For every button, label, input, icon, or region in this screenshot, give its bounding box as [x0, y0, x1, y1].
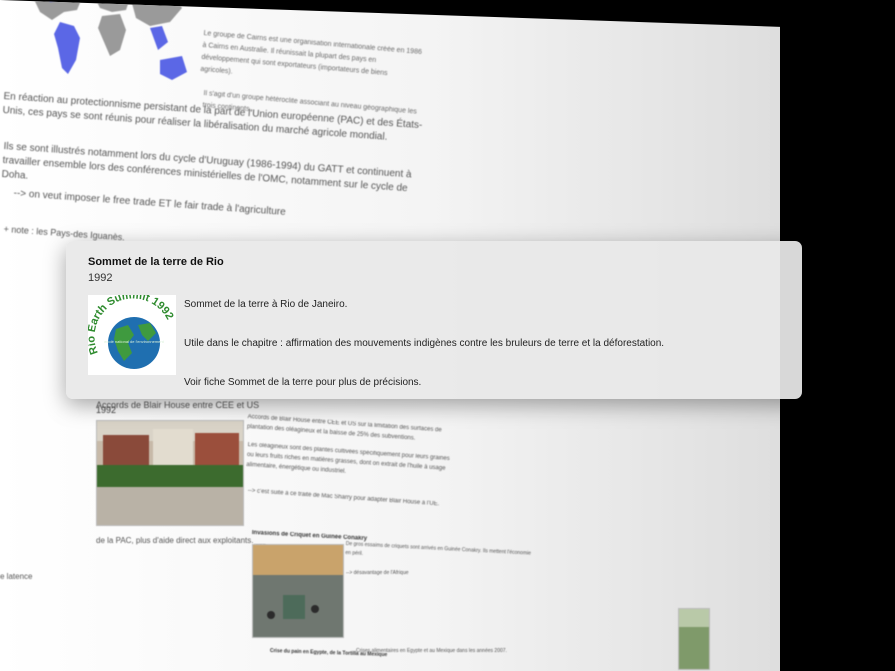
world-map — [32, 0, 187, 80]
svg-text:ecolé national de l'environnem: ecolé national de l'environnement — [104, 339, 164, 344]
blair-text-2: Les oléagineux sont des plantes cultivée… — [246, 441, 450, 475]
blair-house-photo — [96, 420, 244, 526]
criquet-photo — [252, 544, 344, 638]
popup-relevance: Utile dans le chapitre : affirmation des… — [184, 338, 665, 349]
popup-see-also[interactable]: Voir fiche Sommet de la terre pour plus … — [184, 377, 421, 388]
popup-year: 1992 — [88, 272, 113, 284]
pac-line: de la PAC, plus d'aide direct aux exploi… — [96, 536, 254, 545]
event-popup-card[interactable]: Sommet de la terre de Rio 1992 Rio Earth… — [66, 241, 802, 399]
cairns-paragraph-1: Le groupe de Cairns est une organisation… — [200, 29, 423, 78]
rio-earth-summit-logo: Rio Earth Summit 1992 ecolé national de … — [88, 295, 176, 375]
blair-title: Accords de Blair House entre CEE et US — [96, 400, 260, 410]
egypt-text: Crises alimentaires en Egypte et au Mexi… — [356, 648, 507, 654]
right-edge-thumbnail — [678, 608, 710, 670]
note-line: + note : les Pays-des Iguanès. — [3, 224, 126, 243]
blair-year: 1992 — [96, 405, 117, 415]
left-edge-text: e latence — [0, 572, 33, 581]
blair-text-3: --> c'est suite à ce traité de Mac Sharr… — [247, 488, 440, 508]
popup-title: Sommet de la terre de Rio — [88, 256, 224, 268]
criquet-arrow: --> désavantage de l'Afrique — [346, 570, 409, 576]
criquet-text: De gros essaims de criquets sont arrivés… — [345, 540, 532, 557]
popup-description: Sommet de la terre à Rio de Janeiro. — [184, 299, 348, 310]
